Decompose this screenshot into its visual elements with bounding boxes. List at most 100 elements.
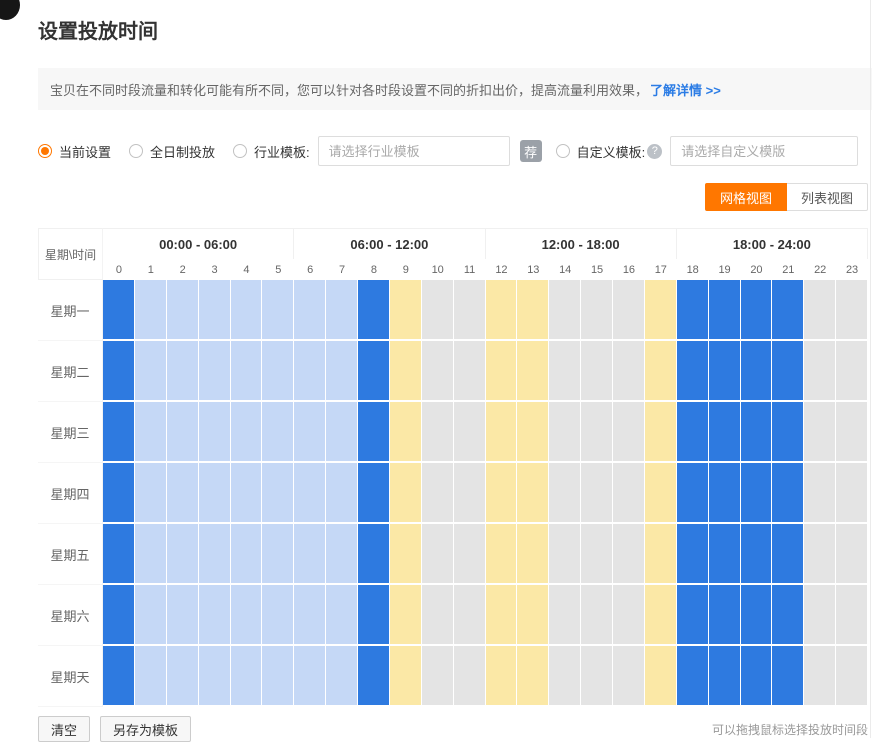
grid-cell[interactable] <box>231 463 263 524</box>
grid-cell[interactable] <box>804 524 836 585</box>
grid-cell[interactable] <box>709 402 741 463</box>
grid-cell[interactable] <box>836 463 868 524</box>
grid-cell[interactable] <box>167 402 199 463</box>
grid-cell[interactable] <box>709 524 741 585</box>
grid-cell[interactable] <box>581 341 613 402</box>
radio-fullday-label[interactable]: 全日制投放 <box>150 142 215 161</box>
grid-cell[interactable] <box>358 280 390 341</box>
radio-industry-template[interactable] <box>233 144 247 158</box>
grid-cell[interactable] <box>709 280 741 341</box>
grid-cell[interactable] <box>677 280 709 341</box>
grid-cell[interactable] <box>103 463 135 524</box>
grid-cell[interactable] <box>135 646 167 707</box>
grid-cell[interactable] <box>613 524 645 585</box>
grid-cell[interactable] <box>422 280 454 341</box>
hour-header[interactable]: 15 <box>581 259 613 280</box>
grid-cell[interactable] <box>199 280 231 341</box>
hour-header[interactable]: 8 <box>358 259 390 280</box>
radio-current-settings-label[interactable]: 当前设置 <box>59 142 111 161</box>
grid-cell[interactable] <box>836 280 868 341</box>
grid-cell[interactable] <box>358 402 390 463</box>
grid-cell[interactable] <box>135 463 167 524</box>
hour-header[interactable]: 22 <box>804 259 836 280</box>
grid-cell[interactable] <box>390 280 422 341</box>
grid-cell[interactable] <box>549 524 581 585</box>
grid-cell[interactable] <box>709 585 741 646</box>
grid-cell[interactable] <box>199 463 231 524</box>
hour-header[interactable]: 4 <box>231 259 263 280</box>
day-label[interactable]: 星期三 <box>38 402 103 463</box>
grid-cell[interactable] <box>454 585 486 646</box>
grid-cell[interactable] <box>358 524 390 585</box>
grid-cell[interactable] <box>645 524 677 585</box>
day-label[interactable]: 星期六 <box>38 585 103 646</box>
hour-header[interactable]: 13 <box>517 259 549 280</box>
grid-cell[interactable] <box>486 524 518 585</box>
grid-cell[interactable] <box>709 341 741 402</box>
grid-cell[interactable] <box>581 585 613 646</box>
radio-custom-template[interactable] <box>556 144 570 158</box>
grid-cell[interactable] <box>517 524 549 585</box>
grid-cell[interactable] <box>741 585 773 646</box>
learn-more-link[interactable]: 了解详情 >> <box>650 80 721 99</box>
grid-cell[interactable] <box>772 402 804 463</box>
grid-cell[interactable] <box>549 341 581 402</box>
hour-header[interactable]: 1 <box>135 259 167 280</box>
grid-cell[interactable] <box>231 280 263 341</box>
hour-header[interactable]: 2 <box>167 259 199 280</box>
grid-cell[interactable] <box>422 524 454 585</box>
grid-cell[interactable] <box>422 463 454 524</box>
option-industry-template[interactable]: 行业模板: <box>233 142 310 161</box>
hour-header[interactable]: 7 <box>326 259 358 280</box>
list-view-button[interactable]: 列表视图 <box>787 183 868 211</box>
grid-cell[interactable] <box>741 463 773 524</box>
recommend-template-badge[interactable]: 荐 <box>520 140 542 162</box>
grid-cell[interactable] <box>231 585 263 646</box>
grid-cell[interactable] <box>326 402 358 463</box>
clear-button[interactable]: 清空 <box>38 716 90 742</box>
grid-cell[interactable] <box>454 280 486 341</box>
grid-cell[interactable] <box>199 524 231 585</box>
grid-cell[interactable] <box>613 463 645 524</box>
grid-cell[interactable] <box>741 524 773 585</box>
grid-cell[interactable] <box>772 585 804 646</box>
hour-header[interactable]: 9 <box>390 259 422 280</box>
grid-cell[interactable] <box>326 463 358 524</box>
grid-cell[interactable] <box>549 280 581 341</box>
grid-cell[interactable] <box>549 463 581 524</box>
grid-cell[interactable] <box>422 402 454 463</box>
grid-cell[interactable] <box>645 585 677 646</box>
radio-custom-template-label[interactable]: 自定义模板: <box>577 142 646 161</box>
grid-view-button[interactable]: 网格视图 <box>705 183 787 211</box>
grid-cell[interactable] <box>804 585 836 646</box>
grid-cell[interactable] <box>517 646 549 707</box>
grid-cell[interactable] <box>358 585 390 646</box>
grid-cell[interactable] <box>613 280 645 341</box>
grid-cell[interactable] <box>390 402 422 463</box>
grid-cell[interactable] <box>645 402 677 463</box>
radio-industry-template-label[interactable]: 行业模板: <box>254 142 310 161</box>
grid-cell[interactable] <box>804 402 836 463</box>
grid-cell[interactable] <box>454 524 486 585</box>
grid-cell[interactable] <box>231 524 263 585</box>
grid-cell[interactable] <box>294 524 326 585</box>
grid-cell[interactable] <box>517 463 549 524</box>
grid-cell[interactable] <box>231 402 263 463</box>
hour-header[interactable]: 17 <box>645 259 677 280</box>
grid-cell[interactable] <box>486 463 518 524</box>
grid-cell[interactable] <box>422 585 454 646</box>
grid-cell[interactable] <box>772 524 804 585</box>
hour-header[interactable]: 23 <box>836 259 868 280</box>
grid-cell[interactable] <box>804 463 836 524</box>
grid-cell[interactable] <box>262 646 294 707</box>
hour-header[interactable]: 5 <box>262 259 294 280</box>
day-label[interactable]: 星期五 <box>38 524 103 585</box>
grid-cell[interactable] <box>199 646 231 707</box>
grid-cell[interactable] <box>645 463 677 524</box>
radio-current-settings[interactable] <box>38 144 52 158</box>
grid-cell[interactable] <box>358 463 390 524</box>
grid-cell[interactable] <box>390 463 422 524</box>
grid-cell[interactable] <box>581 280 613 341</box>
grid-cell[interactable] <box>262 524 294 585</box>
grid-cell[interactable] <box>741 402 773 463</box>
